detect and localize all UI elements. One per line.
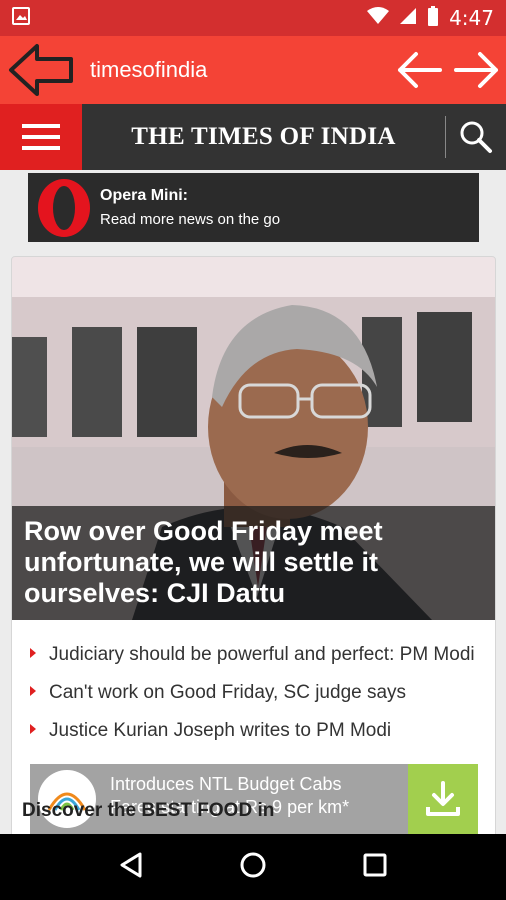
opera-logo: [28, 173, 100, 242]
system-nav-bar: [0, 834, 506, 900]
cell-signal-icon: [399, 6, 417, 30]
browser-back-button[interactable]: [390, 36, 448, 104]
download-icon: [426, 781, 460, 816]
hero-image[interactable]: Row over Good Friday meet unfortunate, w…: [12, 257, 495, 620]
site-header: THE TIMES OF INDIA: [0, 104, 506, 170]
opera-banner-subtitle: Read more news on the go: [100, 211, 281, 228]
back-arrow-icon: [9, 44, 73, 96]
headline-list: Judiciary should be powerful and perfect…: [12, 620, 495, 744]
page-content[interactable]: Opera Mini: Read more news on the go Row…: [0, 170, 506, 834]
image-notification-icon: [12, 6, 30, 30]
nav-home-button[interactable]: [239, 851, 267, 884]
overlay-promo-text[interactable]: Discover the BEST FOOD in: [22, 800, 274, 822]
list-item[interactable]: Justice Kurian Joseph writes to PM Modi: [30, 718, 481, 744]
nav-back-icon: [120, 852, 142, 877]
search-button[interactable]: [446, 104, 506, 170]
status-bar: 4:47: [0, 0, 506, 36]
headline-link[interactable]: Justice Kurian Joseph writes to PM Modi: [49, 720, 391, 741]
site-logo[interactable]: THE TIMES OF INDIA: [82, 123, 445, 151]
page-title: timesofindia: [90, 57, 208, 82]
battery-icon: [427, 5, 439, 31]
opera-banner-title: Opera Mini:: [100, 187, 189, 204]
status-time: 4:47: [449, 6, 494, 30]
headline-link[interactable]: Can't work on Good Friday, SC judge says: [49, 682, 406, 703]
browser-forward-button[interactable]: [448, 36, 506, 104]
nav-recents-icon: [363, 853, 387, 876]
headline-link[interactable]: Judiciary should be powerful and perfect…: [49, 644, 475, 665]
back-button[interactable]: [0, 36, 84, 104]
bullet-icon: [30, 724, 36, 734]
hero-headline[interactable]: Row over Good Friday meet unfortunate, w…: [24, 516, 485, 609]
list-item[interactable]: Can't work on Good Friday, SC judge says: [30, 680, 481, 706]
arrow-left-icon: [398, 52, 442, 88]
ad-banner[interactable]: Introduces NTL Budget Cabs Fares startin…: [30, 764, 478, 834]
bullet-icon: [30, 648, 36, 658]
app-bar: timesofindia: [0, 36, 506, 104]
nav-home-icon: [240, 852, 266, 877]
search-icon: [460, 121, 492, 153]
bullet-icon: [30, 686, 36, 696]
ad-download-button[interactable]: [408, 764, 478, 834]
menu-button[interactable]: [0, 104, 82, 170]
arrow-right-icon: [454, 52, 498, 88]
hero-caption: Row over Good Friday meet unfortunate, w…: [12, 506, 495, 620]
nav-back-button[interactable]: [118, 851, 144, 884]
opera-mini-banner[interactable]: Opera Mini: Read more news on the go: [28, 173, 479, 242]
wifi-icon: [367, 6, 390, 30]
hamburger-icon: [22, 124, 60, 150]
ad-line-1: Introduces NTL Budget Cabs: [110, 774, 342, 794]
nav-recents-button[interactable]: [362, 852, 388, 883]
top-story-card[interactable]: Row over Good Friday meet unfortunate, w…: [11, 256, 496, 834]
list-item[interactable]: Judiciary should be powerful and perfect…: [30, 642, 481, 668]
